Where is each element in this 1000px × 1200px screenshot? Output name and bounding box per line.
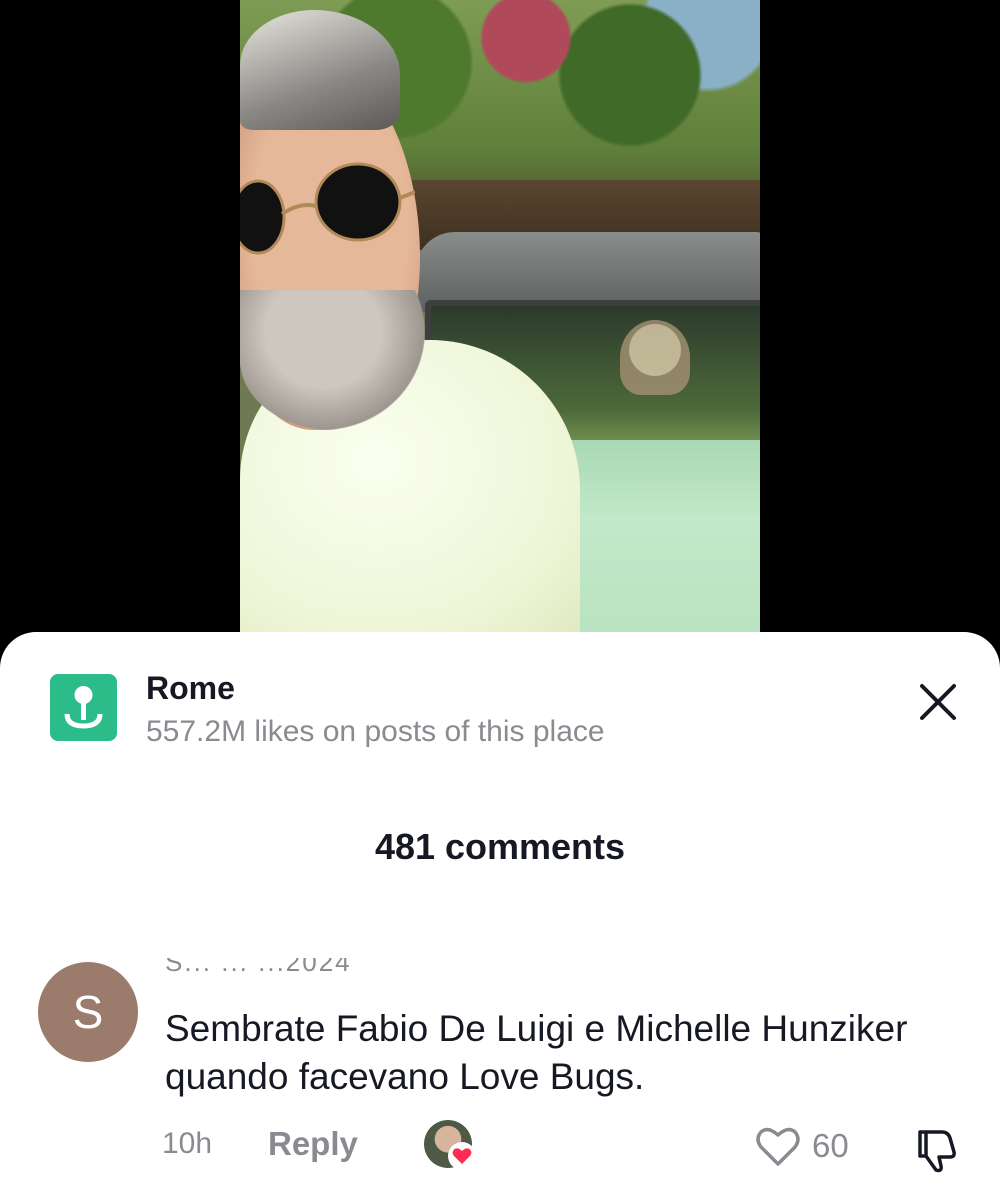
avatar[interactable]: S: [38, 962, 138, 1062]
person-beard: [240, 290, 425, 430]
heart-icon: [448, 1142, 476, 1170]
video-frame[interactable]: [240, 0, 760, 640]
dislike-icon[interactable]: [912, 1122, 964, 1174]
comment-timestamp: 10h: [162, 1127, 213, 1160]
location-name[interactable]: Rome: [146, 670, 235, 707]
comment-username[interactable]: S... ... ...2024: [165, 958, 352, 978]
reply-button[interactable]: Reply: [268, 1125, 358, 1163]
like-count: 60: [812, 1127, 849, 1164]
location-pin-icon[interactable]: [50, 674, 117, 741]
like-heart-icon[interactable]: [754, 1122, 802, 1170]
passenger-in-car: [620, 320, 690, 395]
sunglasses: [240, 162, 415, 255]
close-button[interactable]: [912, 676, 964, 728]
location-likes-subtitle: 557.2M likes on posts of this place: [146, 715, 605, 748]
comment-text: Sembrate Fabio De Luigi e Michelle Hunzi…: [165, 1008, 908, 1097]
close-icon: [920, 684, 956, 720]
comments-count: 481 comments: [374, 826, 626, 867]
